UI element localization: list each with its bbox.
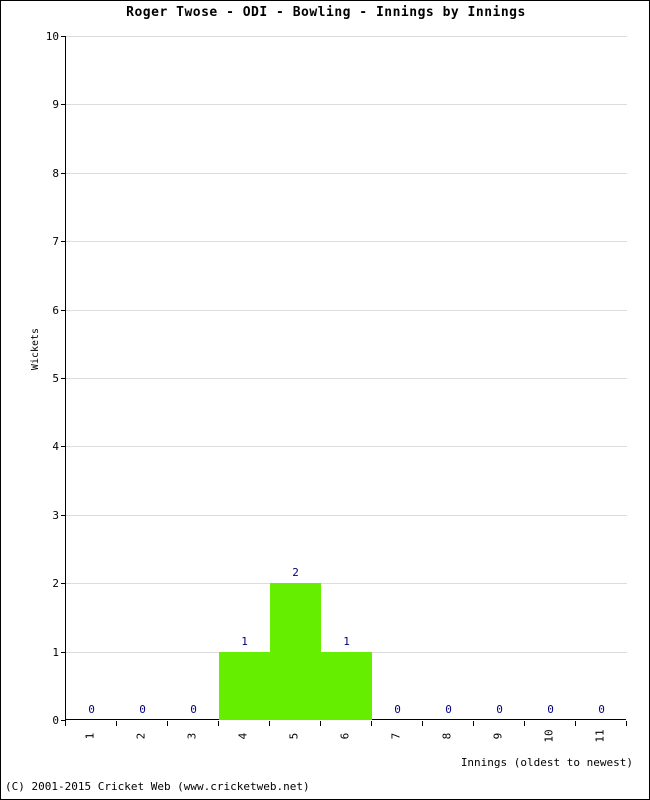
y-axis-tick-label: 4 bbox=[52, 440, 59, 454]
x-axis-tick bbox=[626, 721, 627, 726]
x-axis-tick bbox=[218, 721, 219, 726]
x-axis-tick-label: 10 bbox=[543, 729, 557, 755]
x-axis-tick-label: 4 bbox=[237, 729, 251, 755]
bar-value-label: 0 bbox=[547, 703, 554, 716]
x-axis-tick-label: 1 bbox=[84, 729, 98, 755]
bar-value-label: 1 bbox=[343, 634, 350, 648]
x-axis-tick-label: 3 bbox=[186, 729, 200, 755]
x-axis-tick-label: 8 bbox=[441, 729, 455, 755]
x-axis-tick-label-text: 3 bbox=[185, 732, 199, 740]
bar-value-label: 2 bbox=[292, 566, 299, 580]
y-axis-tick-label: 1 bbox=[52, 645, 59, 659]
copyright-footer: (C) 2001-2015 Cricket Web (www.cricketwe… bbox=[5, 780, 310, 793]
x-axis-tick bbox=[371, 721, 372, 726]
x-axis-tick-label-text: 5 bbox=[287, 732, 301, 740]
x-axis-tick-label-text: 7 bbox=[389, 732, 403, 740]
y-axis-tick-label: 2 bbox=[52, 577, 59, 591]
bar bbox=[321, 651, 372, 720]
x-axis-tick-label: 6 bbox=[339, 729, 353, 755]
bar-value-label: 0 bbox=[139, 703, 146, 716]
bar-value-label: 0 bbox=[598, 703, 605, 716]
x-axis-tick-label-text: 6 bbox=[338, 732, 352, 740]
x-axis-tick bbox=[269, 721, 270, 726]
x-axis-tick bbox=[65, 721, 66, 726]
bar-value-label: 0 bbox=[190, 703, 197, 716]
y-axis-tick-label: 7 bbox=[52, 235, 59, 249]
x-axis-tick bbox=[167, 721, 168, 726]
y-axis-tick-label: 0 bbox=[52, 714, 59, 727]
x-axis-tick bbox=[422, 721, 423, 726]
x-axis: 1 2 3 4 5 6 7 8 9 10 11 Innings (oldest to newest) bbox=[65, 721, 633, 781]
y-axis-title-text: Wickets bbox=[30, 327, 42, 371]
x-axis-tick-label-text: 2 bbox=[134, 732, 148, 740]
x-axis-tick bbox=[473, 721, 474, 726]
y-axis-title: Wickets bbox=[15, 328, 41, 411]
bar-value-label: 0 bbox=[445, 703, 452, 716]
y-axis-tick-label: 8 bbox=[52, 166, 59, 180]
x-axis-tick-label-text: 8 bbox=[440, 732, 454, 740]
x-axis-tick bbox=[524, 721, 525, 726]
y-axis-tick-label: 9 bbox=[52, 98, 59, 112]
x-axis-tick bbox=[116, 721, 117, 726]
x-axis-tick-label-text: 11 bbox=[593, 729, 607, 743]
x-axis-tick-label: 5 bbox=[288, 729, 302, 755]
x-axis-tick-label: 11 bbox=[594, 729, 608, 755]
x-axis-tick-label-text: 10 bbox=[542, 729, 556, 743]
x-axis-tick-label-text: 4 bbox=[236, 732, 250, 740]
x-axis-tick-label: 2 bbox=[135, 729, 149, 755]
x-axis-tick-label: 9 bbox=[492, 729, 506, 755]
x-axis-title: Innings (oldest to newest) bbox=[460, 756, 633, 769]
bar bbox=[219, 651, 270, 720]
plot-area: 0 0 0 1 2 1 0 0 0 0 0 bbox=[61, 36, 627, 721]
x-axis-tick bbox=[575, 721, 576, 726]
bar-value-label: 1 bbox=[241, 634, 248, 648]
x-axis-tick-label: 7 bbox=[390, 729, 404, 755]
bar-value-label: 0 bbox=[394, 703, 401, 716]
y-axis-tick-label: 3 bbox=[52, 508, 59, 522]
x-axis-tick-label-text: 9 bbox=[491, 732, 505, 740]
bar-value-label: 0 bbox=[88, 703, 95, 716]
y-axis-tick-label: 6 bbox=[52, 303, 59, 317]
x-axis-tick-label-text: 1 bbox=[83, 732, 97, 740]
y-axis-tick-label: 10 bbox=[45, 30, 59, 43]
x-axis-tick bbox=[320, 721, 321, 726]
bar bbox=[270, 583, 321, 720]
bars-layer: 0 0 0 1 2 1 0 0 0 0 0 bbox=[66, 36, 627, 720]
chart-page: Roger Twose - ODI - Bowling - Innings by… bbox=[0, 0, 650, 800]
bar-value-label: 0 bbox=[496, 703, 503, 716]
page-title: Roger Twose - ODI - Bowling - Innings by… bbox=[126, 5, 526, 20]
